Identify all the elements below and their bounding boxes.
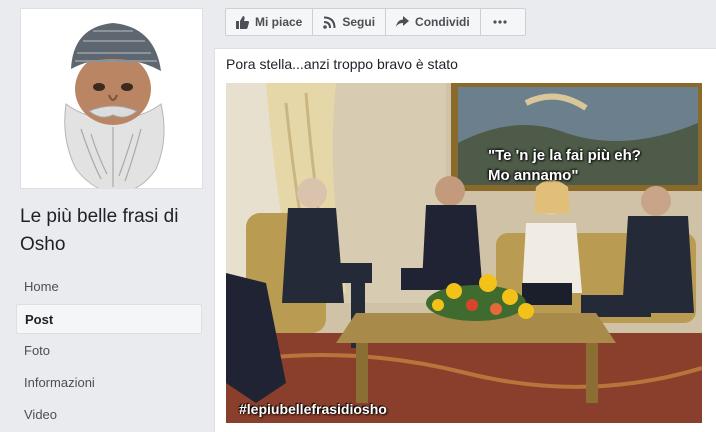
thumbs-up-icon [236,15,249,29]
share-arrow-icon [396,16,410,27]
like-button[interactable]: Mi piace [226,9,314,35]
page-title[interactable]: Le più belle frasi di Osho [20,203,210,259]
image-hashtag: #lepiubellefrasidiosho [239,401,387,417]
share-label: Condividi [415,15,470,29]
photo-scene [226,83,702,423]
nav-item-video[interactable]: Video [16,400,202,430]
image-caption: "Te 'n je la fai più eh? Mo annamo" [488,146,641,186]
nav-item-informazioni[interactable]: Informazioni [16,368,202,398]
post-photo[interactable]: "Te 'n je la fai più eh? Mo annamo" #lep… [226,83,702,423]
left-column: Le più belle frasi di Osho Home Post Fot… [12,0,212,432]
profile-picture[interactable] [20,8,203,189]
nav-item-foto[interactable]: Foto [16,336,202,366]
follow-button[interactable]: Segui [313,9,387,35]
page-nav: Home Post Foto Informazioni Video [16,272,202,432]
share-button[interactable]: Condividi [386,9,481,35]
image-caption-line1: "Te 'n je la fai più eh? [488,147,641,164]
page-actions-bar: Mi piace Segui Condividi [225,8,526,36]
nav-item-post[interactable]: Post [16,304,202,334]
like-label: Mi piace [255,15,303,29]
rss-icon [323,16,336,29]
right-column: Mi piace Segui Condividi Pora stella...a… [214,0,716,432]
profile-portrait [21,9,202,188]
follow-label: Segui [342,15,376,29]
nav-item-home[interactable]: Home [16,272,202,302]
more-dots-icon [493,20,507,24]
more-button[interactable] [481,9,525,35]
image-caption-line2: Mo annamo" [488,167,579,184]
post-text: Pora stella...anzi troppo bravo è stato [226,56,458,72]
post-card: Pora stella...anzi troppo bravo è stato [214,48,716,432]
